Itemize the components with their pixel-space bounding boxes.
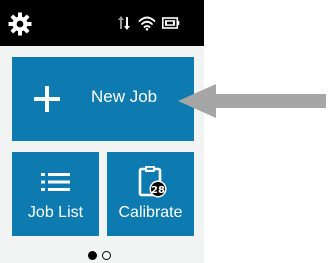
clipboard-calendar-icon: 28 xyxy=(138,166,167,198)
calibrate-label: Calibrate xyxy=(118,204,183,221)
list-icon xyxy=(41,173,70,191)
pointer-arrow xyxy=(178,84,326,118)
wifi-icon xyxy=(138,16,156,31)
gear-icon[interactable] xyxy=(8,12,32,36)
new-job-button[interactable]: New Job xyxy=(12,57,194,141)
job-list-label: Job List xyxy=(27,204,84,221)
calibrate-badge: 28 xyxy=(151,185,165,196)
plus-icon xyxy=(34,86,60,112)
data-transfer-icon xyxy=(118,16,130,30)
page-dot-active[interactable] xyxy=(88,251,97,260)
page-dot-inactive[interactable] xyxy=(102,251,111,260)
new-job-label: New Job xyxy=(91,87,158,106)
battery-icon xyxy=(162,17,180,29)
job-list-button[interactable]: Job List xyxy=(12,152,99,236)
page-indicator xyxy=(88,251,116,261)
calibrate-button[interactable]: 28 Calibrate xyxy=(107,152,194,236)
status-bar xyxy=(0,0,204,46)
device-screen: New Job Job List 28 Calibrate xyxy=(0,0,204,263)
